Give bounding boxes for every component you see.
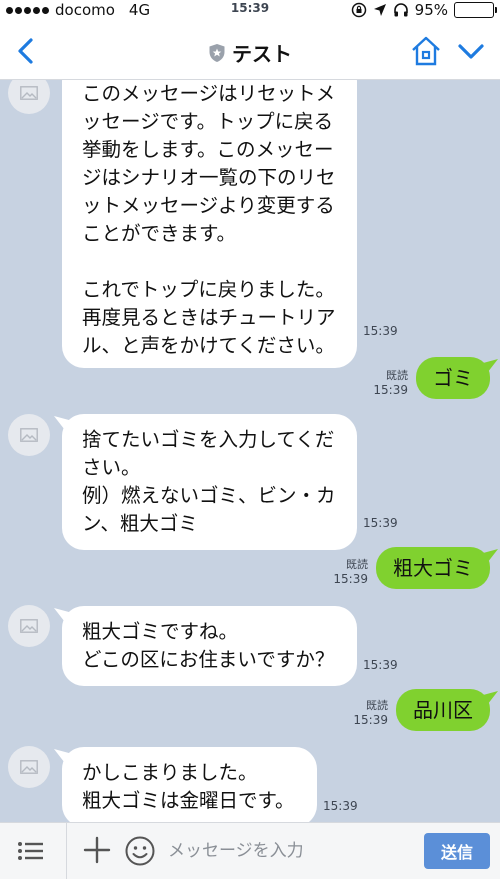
image-placeholder-icon — [20, 619, 38, 633]
message-time: 15:39 — [333, 572, 368, 586]
message-time: 15:39 — [363, 324, 398, 338]
send-button[interactable]: 送信 — [424, 833, 490, 869]
battery-percent: 95% — [414, 1, 448, 19]
message-bubble-bot: 粗大ゴミですね。 どこの区にお住まいですか？ — [62, 606, 357, 686]
message-input[interactable] — [168, 837, 408, 865]
image-placeholder-icon — [20, 760, 38, 774]
plus-icon[interactable] — [82, 835, 112, 865]
emoji-icon[interactable] — [124, 835, 156, 867]
read-label: 既読 — [386, 369, 408, 382]
message-bubble-bot: かしこまりました。 粗大ゴミは金曜日です。 — [62, 747, 317, 822]
image-placeholder-icon — [20, 428, 38, 442]
message-bubble-bot: 捨てたいゴミを入力してください。 例）燃えないゴミ、ビン・カン、粗大ゴミ — [62, 414, 357, 550]
chevron-down-icon[interactable] — [456, 37, 486, 65]
chat-area[interactable]: このメッセージはリセットメッセージです。トップに戻る挙動をします。このメッセージ… — [0, 80, 500, 822]
image-placeholder-icon — [20, 86, 38, 100]
message-time: 15:39 — [373, 383, 408, 397]
location-icon — [373, 4, 386, 16]
battery-icon — [454, 2, 497, 18]
message-time: 15:39 — [363, 658, 398, 672]
home-icon[interactable] — [410, 35, 442, 67]
bot-avatar[interactable] — [8, 80, 50, 114]
divider — [66, 823, 67, 879]
lock-rotation-icon — [351, 2, 366, 18]
message-bubble-user: 粗大ゴミ — [376, 547, 490, 589]
message-bubble-user: 品川区 — [396, 689, 490, 731]
message-time: 15:39 — [363, 516, 398, 530]
read-receipt: 既読 15:39 — [330, 558, 368, 586]
status-right: 95% — [351, 1, 497, 19]
message-bubble-user: ゴミ — [416, 357, 490, 399]
status-bar: docomo 4G 15:39 95% — [0, 0, 500, 22]
read-receipt: 既読 15:39 — [370, 369, 408, 397]
headphones-icon — [393, 3, 408, 17]
chat-header: テスト — [0, 22, 500, 80]
read-receipt: 既読 15:39 — [350, 699, 388, 727]
read-label: 既読 — [346, 558, 368, 571]
chat-title: テスト — [232, 42, 292, 66]
read-label: 既読 — [366, 699, 388, 712]
list-menu-icon[interactable] — [16, 839, 46, 863]
bot-avatar[interactable] — [8, 605, 50, 647]
message-time: 15:39 — [323, 799, 358, 813]
message-bubble-bot: このメッセージはリセットメッセージです。トップに戻る挙動をします。このメッセージ… — [62, 80, 357, 368]
message-time: 15:39 — [353, 713, 388, 727]
message-input-bar: 送信 — [0, 822, 500, 879]
shield-star-icon — [209, 43, 225, 62]
bot-avatar[interactable] — [8, 414, 50, 456]
bot-avatar[interactable] — [8, 746, 50, 788]
